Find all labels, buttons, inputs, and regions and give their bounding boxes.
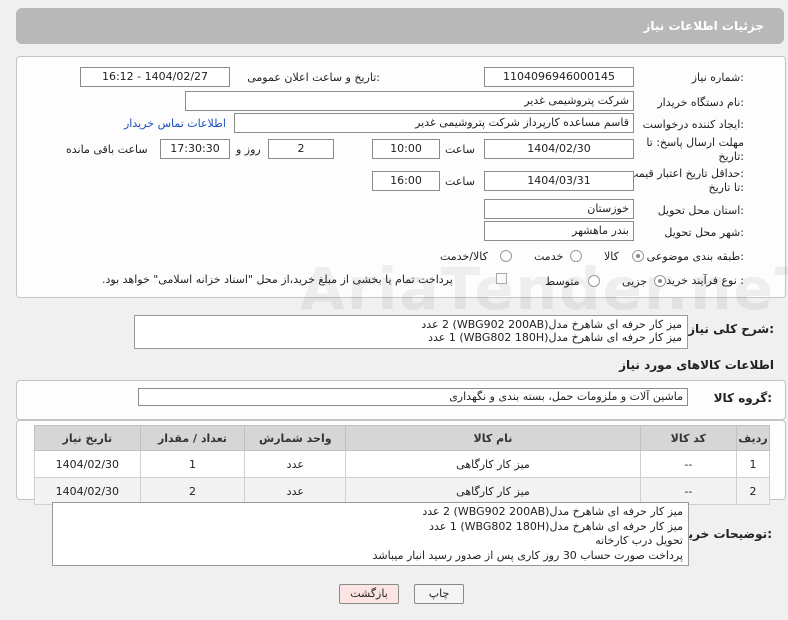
- category-radio-service[interactable]: [570, 250, 582, 262]
- city-field: بندر ماهشهر: [484, 221, 634, 241]
- deadline-date-field: 1404/02/30: [484, 139, 634, 159]
- days-label: روز و: [236, 143, 261, 156]
- cell-quantity: 1: [139, 450, 246, 478]
- deadline-time-field: 10:00: [372, 139, 440, 159]
- need-number-field: 1104096946000145: [484, 67, 634, 87]
- validity-time-field: 16:00: [372, 171, 440, 191]
- description-line: میز کار حرفه ای شاهرخ مدل(WBG902 200AB) …: [421, 318, 682, 331]
- cell-name: میز کار کارگاهی: [345, 477, 641, 505]
- description-textarea[interactable]: میز کار حرفه ای شاهرخ مدل(WBG902 200AB) …: [134, 315, 688, 349]
- process-radio-medium[interactable]: [588, 275, 600, 287]
- goods-info-title: اطلاعات کالاهای مورد نیاز: [619, 358, 774, 372]
- cell-need-date: 1404/02/30: [34, 450, 141, 478]
- print-button[interactable]: چاپ: [414, 584, 464, 604]
- back-button[interactable]: بازگشت: [339, 584, 399, 604]
- treasury-payment-note: پرداخت تمام یا بخشی از مبلغ خرید،از محل …: [102, 273, 453, 286]
- buyer-notes-textarea[interactable]: میز کار حرفه ای شاهرخ مدل(WBG902 200AB) …: [52, 502, 689, 566]
- creator-field: قاسم مساعده کارپرداز شرکت پتروشیمی غدیر: [234, 113, 634, 133]
- cell-code: --: [639, 450, 738, 478]
- description-label: شرح کلی نیاز:: [688, 322, 774, 336]
- column-header-unit: واحد شمارش: [244, 425, 347, 451]
- page-header: جزئیات اطلاعات نیاز: [16, 8, 784, 44]
- city-label: شهر محل تحویل:: [664, 226, 744, 239]
- remaining-time-field: 17:30:30: [160, 139, 230, 159]
- creator-label: ایجاد کننده درخواست:: [642, 118, 744, 131]
- process-label: نوع فرآیند خرید :: [666, 274, 744, 287]
- buyer-notes-line: میز کار حرفه ای شاهرخ مدل(WBG802 180H) 1…: [429, 519, 683, 533]
- cell-code: --: [639, 477, 738, 505]
- category-radio-goods[interactable]: [632, 250, 644, 262]
- page-title: جزئیات اطلاعات نیاز: [643, 19, 764, 33]
- province-label: استان محل تحویل:: [657, 204, 744, 217]
- buyer-notes-line: پرداخت صورت حساب 30 روز کاری پس از صدور …: [372, 548, 683, 562]
- deadline-time-label: ساعت: [445, 143, 475, 156]
- announce-label: تاریخ و ساعت اعلان عمومی:: [247, 71, 380, 84]
- validity-date-field: 1404/03/31: [484, 171, 634, 191]
- deadline-label-line1: مهلت ارسال پاسخ: تا: [646, 136, 744, 149]
- category-radio-goods-service[interactable]: [500, 250, 512, 262]
- category-option-service: خدمت: [534, 250, 564, 263]
- column-header-name: نام کالا: [345, 425, 641, 451]
- description-line: میز کار حرفه ای شاهرخ مدل(WBG802 180H) 1…: [428, 331, 682, 344]
- treasury-payment-checkbox[interactable]: [496, 273, 507, 284]
- need-number-label: شماره نیاز:: [691, 71, 744, 84]
- buyer-field: شرکت پتروشیمی غدیر: [185, 91, 634, 111]
- cell-quantity: 2: [139, 477, 246, 505]
- process-option-minor: جزیی: [622, 275, 648, 288]
- category-label: طبقه بندی موضوعی:: [646, 250, 744, 263]
- province-field: خوزستان: [484, 199, 634, 219]
- goods-group-label: گروه کالا:: [713, 391, 772, 405]
- remaining-label: ساعت باقی مانده: [66, 143, 148, 156]
- buyer-notes-line: تحویل درب کارخانه: [595, 534, 683, 547]
- buyer-label: نام دستگاه خریدار:: [657, 96, 744, 109]
- items-table: ردیف کد کالا نام کالا واحد شمارش تعداد /…: [34, 425, 770, 505]
- buyer-notes-line: میز کار حرفه ای شاهرخ مدل(WBG902 200AB) …: [422, 505, 683, 518]
- category-option-goods: کالا: [604, 250, 619, 263]
- process-option-medium: متوسط: [545, 275, 580, 288]
- category-option-goods-service: کالا/خدمت: [440, 250, 488, 263]
- column-header-need-date: تاریخ نیاز: [34, 425, 141, 451]
- goods-group-field: ماشین آلات و ملزومات حمل، بسته بندی و نگ…: [138, 388, 688, 406]
- cell-need-date: 1404/02/30: [34, 477, 141, 505]
- cell-row-number: 1: [736, 450, 770, 478]
- column-header-row-number: ردیف: [736, 425, 770, 451]
- table-row: 1 -- میز کار کارگاهی عدد 1 1404/02/30: [34, 450, 770, 478]
- announce-field: 1404/02/27 - 16:12: [80, 67, 230, 87]
- validity-label-line2: تا تاریخ:: [708, 181, 744, 194]
- cell-unit: عدد: [244, 450, 347, 478]
- days-field: 2: [268, 139, 334, 159]
- buyer-contact-link[interactable]: اطلاعات تماس خریدار: [124, 117, 226, 130]
- process-radio-minor[interactable]: [654, 275, 666, 287]
- column-header-code: کد کالا: [639, 425, 738, 451]
- cell-name: میز کار کارگاهی: [345, 450, 641, 478]
- validity-time-label: ساعت: [445, 175, 475, 188]
- cell-unit: عدد: [244, 477, 347, 505]
- watermark-logo: AriaTender.neT: [300, 255, 788, 323]
- validity-label-line1: حداقل تاریخ اعتبار قیمت:: [628, 167, 744, 180]
- column-header-quantity: تعداد / مقدار: [139, 425, 246, 451]
- deadline-label-line2: تاریخ:: [718, 150, 744, 163]
- table-row: 2 -- میز کار کارگاهی عدد 2 1404/02/30: [34, 477, 770, 505]
- cell-row-number: 2: [736, 477, 770, 505]
